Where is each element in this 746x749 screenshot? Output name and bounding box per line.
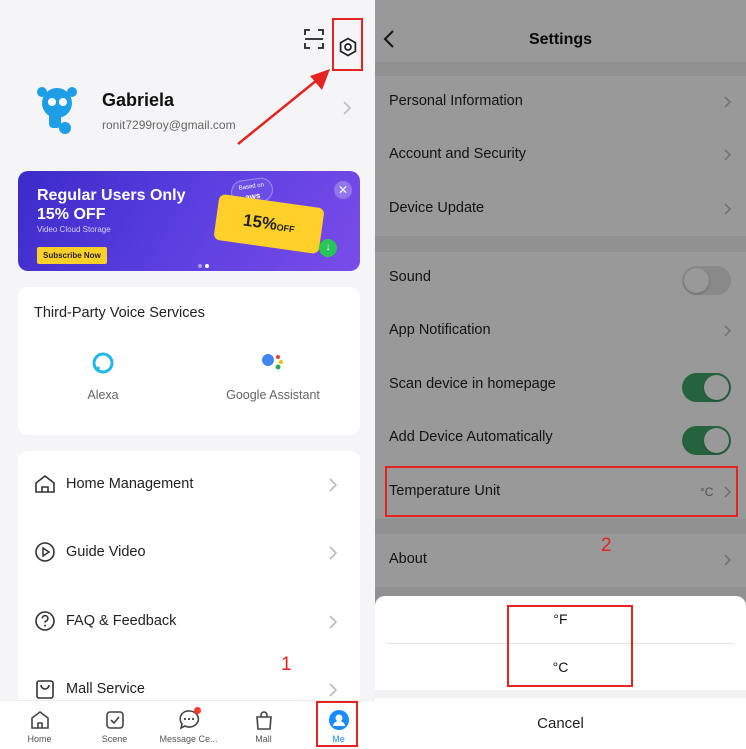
menu-item-home-management[interactable]: Home Management	[18, 451, 360, 519]
alexa-service[interactable]: Alexa	[33, 351, 173, 402]
google-assistant-icon	[262, 354, 283, 370]
menu-label: Mall Service	[66, 681, 145, 697]
cancel-button[interactable]: Cancel	[375, 698, 746, 749]
annotation-number-1: 1	[281, 654, 292, 675]
annotation-number-2: 2	[601, 535, 612, 556]
temperature-unit-sheet: °F °C Cancel	[375, 596, 746, 749]
chevron-right-icon	[343, 101, 352, 115]
banner-subtitle: Video Cloud Storage	[37, 225, 111, 234]
annotation-arrow	[237, 69, 330, 145]
highlight-unit-options	[507, 605, 633, 687]
highlight-me-tab	[316, 701, 358, 747]
menu-label: FAQ & Feedback	[66, 613, 177, 629]
tab-label: Message Ce...	[159, 734, 218, 744]
avatar	[37, 87, 77, 134]
scene-icon	[105, 711, 124, 729]
banner-close-button[interactable]: ✕	[334, 181, 352, 199]
chevron-right-icon	[329, 615, 338, 629]
tab-label: Mall	[255, 734, 272, 744]
voice-services-card: Third-Party Voice Services Alexa Google …	[18, 287, 360, 435]
voice-services-title: Third-Party Voice Services	[34, 305, 205, 321]
tab-mall[interactable]: Mall	[226, 701, 301, 749]
tab-message-center[interactable]: Message Ce...	[151, 701, 226, 749]
mall-icon	[255, 711, 272, 730]
menu-item-faq-feedback[interactable]: FAQ & Feedback	[18, 588, 360, 656]
carousel-dots	[198, 255, 212, 271]
sheet-gap	[375, 690, 746, 698]
profile-email: ronit7299roy@gmail.com	[102, 118, 236, 132]
chevron-right-icon	[329, 546, 338, 560]
banner-title: Regular Users Only 15% OFF	[37, 187, 186, 223]
me-screen: Gabriela ronit7299roy@gmail.com Regular …	[0, 0, 375, 749]
download-icon: ↓	[319, 239, 337, 257]
bag-icon	[36, 680, 54, 699]
tab-label: Scene	[101, 734, 128, 744]
play-icon	[35, 542, 55, 562]
menu-label: Guide Video	[66, 544, 146, 560]
google-assistant-service[interactable]: Google Assistant	[203, 351, 343, 402]
menu-label: Home Management	[66, 476, 194, 492]
alexa-label: Alexa	[87, 388, 119, 402]
alexa-icon	[92, 352, 114, 374]
google-assistant-label: Google Assistant	[226, 388, 320, 402]
discount-coupon: 15%OFF	[213, 193, 325, 255]
scan-icon[interactable]	[303, 28, 325, 50]
highlight-temperature-unit	[385, 466, 738, 517]
chevron-right-icon	[329, 683, 338, 697]
profile-name: Gabriela	[102, 90, 175, 110]
top-toolbar	[0, 24, 375, 64]
subscribe-now-button[interactable]: Subscribe Now	[37, 247, 107, 264]
notification-badge	[194, 707, 201, 714]
home-icon	[35, 474, 55, 493]
home-icon	[30, 711, 49, 729]
tab-home[interactable]: Home	[2, 701, 77, 749]
settings-screen: Settings Personal Information Account an…	[375, 0, 746, 749]
tab-scene[interactable]: Scene	[77, 701, 152, 749]
chevron-right-icon	[329, 478, 338, 492]
help-icon	[35, 611, 55, 631]
menu-card: Home Management Guide Video FAQ & Feedba…	[18, 451, 360, 711]
promo-banner[interactable]: Regular Users Only 15% OFF Video Cloud S…	[18, 171, 360, 271]
menu-item-guide-video[interactable]: Guide Video	[18, 519, 360, 587]
tab-label: Home	[27, 734, 52, 744]
